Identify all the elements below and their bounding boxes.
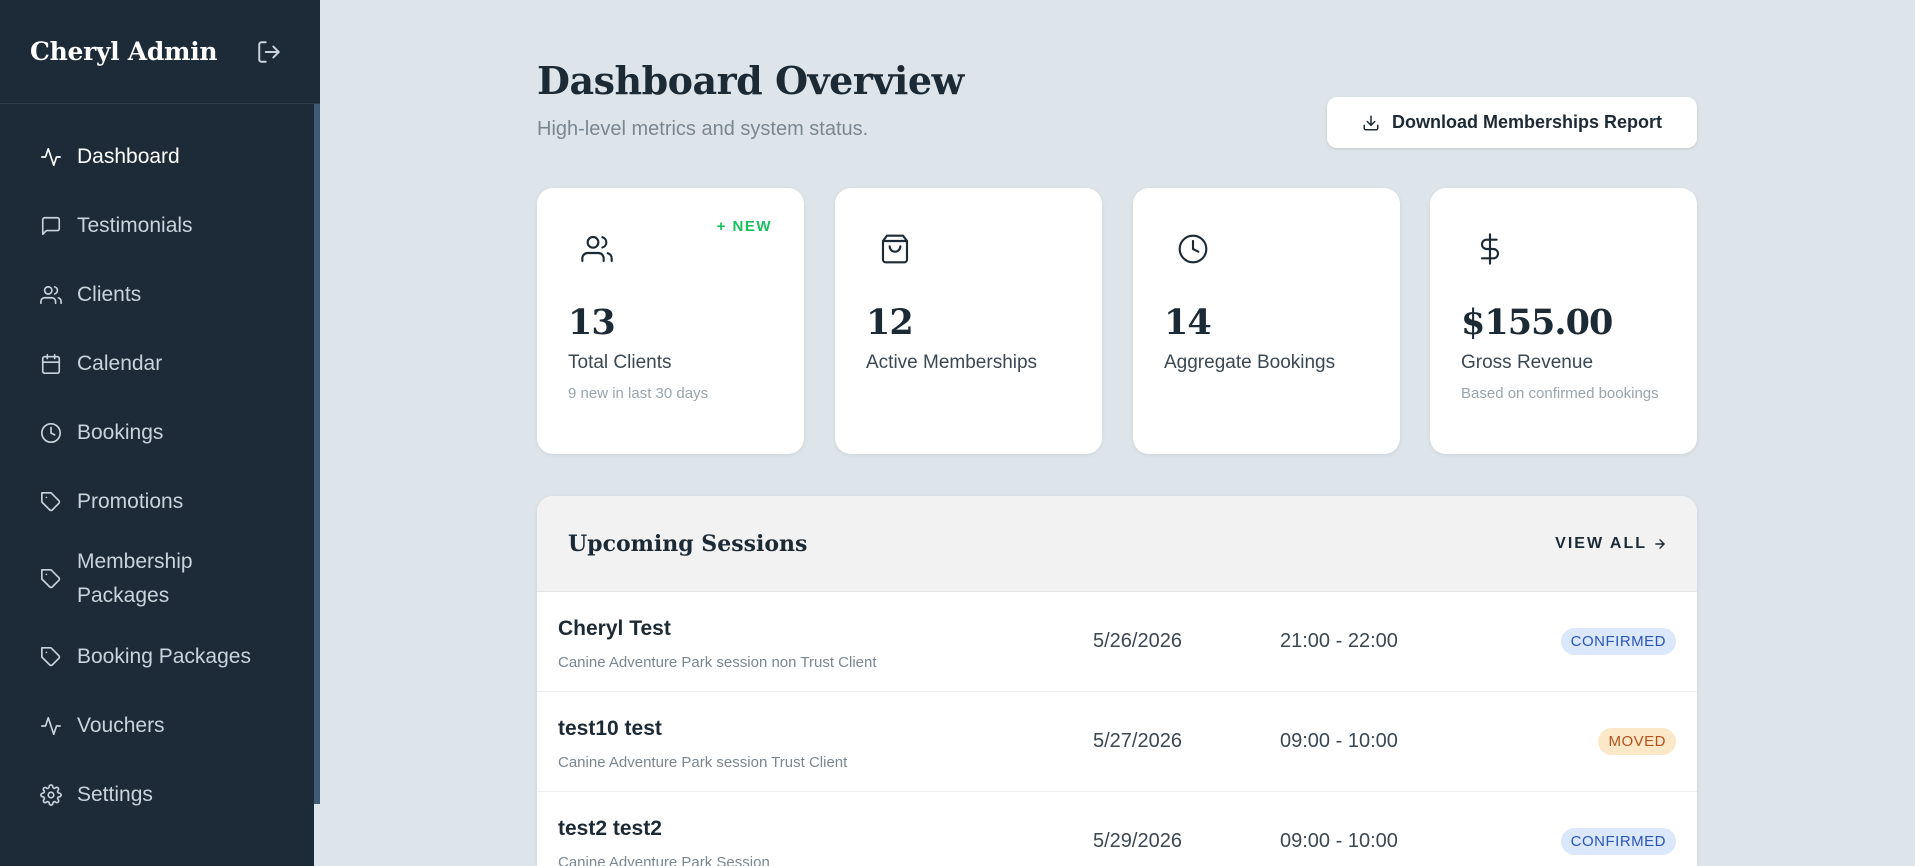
clock-icon bbox=[41, 422, 61, 443]
sidebar-item-label: Promotions bbox=[77, 489, 184, 513]
stat-card-active-memberships: 12 Active Memberships bbox=[835, 188, 1102, 454]
stat-label: Total Clients bbox=[568, 352, 672, 373]
tag-icon bbox=[41, 646, 61, 666]
sidebar-item-promotions[interactable]: Promotions bbox=[0, 467, 314, 536]
sidebar-item-label: Membership Packages bbox=[77, 550, 193, 607]
gear-icon bbox=[40, 783, 62, 806]
stat-value: $155.00 bbox=[1461, 302, 1613, 343]
session-time: 21:00 - 22:00 bbox=[1280, 630, 1398, 652]
sidebar-item-vouchers[interactable]: Vouchers bbox=[0, 691, 314, 760]
download-memberships-report-button[interactable]: Download Memberships Report bbox=[1327, 97, 1697, 148]
sidebar: Cheryl Admin Dashboard Testimonials Clie… bbox=[0, 0, 320, 866]
sidebar-item-label: Testimonials bbox=[77, 213, 193, 237]
stat-label: Active Memberships bbox=[866, 352, 1038, 373]
activity-icon bbox=[41, 716, 61, 735]
sidebar-header: Cheryl Admin bbox=[0, 0, 320, 104]
stat-card-total-clients: + NEW 13 Total Clients 9 new in last 30 … bbox=[537, 188, 804, 454]
status-badge: CONFIRMED bbox=[1560, 628, 1676, 655]
calendar-icon bbox=[41, 353, 61, 374]
stat-value: 14 bbox=[1164, 302, 1212, 343]
sidebar-item-bookings[interactable]: Bookings bbox=[0, 398, 314, 467]
stat-note: Based on confirmed bookings bbox=[1461, 385, 1659, 402]
sidebar-item-membership-packages[interactable]: Membership Packages bbox=[0, 536, 314, 622]
stat-card-aggregate-bookings: 14 Aggregate Bookings bbox=[1133, 188, 1400, 454]
stat-card-gross-revenue: $155.00 Gross Revenue Based on confirmed… bbox=[1430, 188, 1697, 454]
page-title: Dashboard Overview bbox=[537, 58, 964, 103]
logout-icon[interactable] bbox=[256, 39, 282, 65]
sidebar-item-clients[interactable]: Clients bbox=[0, 260, 314, 329]
tag-icon bbox=[41, 491, 61, 511]
session-date: 5/29/2026 bbox=[1093, 830, 1182, 852]
session-row[interactable]: test2 test2 Canine Adventure Park Sessio… bbox=[537, 792, 1697, 866]
sidebar-item-settings[interactable]: Settings bbox=[0, 760, 314, 829]
session-time: 09:00 - 10:00 bbox=[1280, 830, 1398, 852]
upcoming-sessions-panel: Upcoming Sessions VIEW ALL Cheryl Test C… bbox=[537, 496, 1697, 866]
sidebar-item-testimonials[interactable]: Testimonials bbox=[0, 191, 314, 260]
stat-note: 9 new in last 30 days bbox=[568, 385, 709, 402]
sidebar-item-label: Calendar bbox=[77, 351, 163, 375]
view-all-link[interactable]: VIEW ALL bbox=[1555, 535, 1667, 553]
sidebar-item-dashboard[interactable]: Dashboard bbox=[0, 122, 314, 191]
stat-label: Aggregate Bookings bbox=[1164, 352, 1336, 373]
sidebar-item-label: Vouchers bbox=[77, 713, 165, 737]
clock-icon bbox=[1178, 234, 1208, 264]
sessions-header: Upcoming Sessions VIEW ALL bbox=[537, 496, 1697, 592]
page-subtitle: High-level metrics and system status. bbox=[537, 118, 869, 140]
users-icon bbox=[581, 235, 613, 263]
session-client: test2 test2 bbox=[558, 817, 662, 840]
tag-icon bbox=[41, 569, 61, 589]
sessions-title: Upcoming Sessions bbox=[568, 530, 808, 557]
session-client: test10 test bbox=[558, 717, 662, 740]
dollar-icon bbox=[1480, 233, 1499, 265]
activity-icon bbox=[41, 147, 61, 166]
shopping-bag-icon bbox=[881, 234, 909, 264]
new-badge: + NEW bbox=[716, 218, 772, 235]
sidebar-item-booking-packages[interactable]: Booking Packages bbox=[0, 622, 314, 691]
sidebar-item-label: Dashboard bbox=[77, 144, 180, 168]
stat-label: Gross Revenue bbox=[1461, 352, 1594, 373]
session-date: 5/26/2026 bbox=[1093, 630, 1182, 652]
session-time: 09:00 - 10:00 bbox=[1280, 730, 1398, 752]
sidebar-item-calendar[interactable]: Calendar bbox=[0, 329, 314, 398]
status-badge: CONFIRMED bbox=[1560, 828, 1676, 855]
stat-value: 12 bbox=[866, 302, 914, 343]
download-button-label: Download Memberships Report bbox=[1391, 112, 1663, 132]
session-service: Canine Adventure Park session non Trust … bbox=[558, 654, 877, 671]
sidebar-item-label: Settings bbox=[77, 782, 153, 806]
sidebar-nav: Dashboard Testimonials Clients Calendar … bbox=[0, 122, 314, 829]
stat-value: 13 bbox=[568, 302, 616, 343]
session-client: Cheryl Test bbox=[558, 617, 671, 640]
sidebar-item-label: Bookings bbox=[77, 420, 164, 444]
download-icon bbox=[1363, 115, 1379, 130]
message-square-icon bbox=[41, 216, 61, 235]
session-row[interactable]: Cheryl Test Canine Adventure Park sessio… bbox=[537, 592, 1697, 692]
arrow-right-icon bbox=[1655, 538, 1665, 549]
sidebar-scroll-track bbox=[314, 804, 320, 866]
session-row[interactable]: test10 test Canine Adventure Park sessio… bbox=[537, 692, 1697, 792]
users-icon bbox=[40, 285, 62, 304]
status-badge: MOVED bbox=[1598, 728, 1676, 755]
brand-title: Cheryl Admin bbox=[30, 37, 218, 66]
sidebar-item-label: Booking Packages bbox=[77, 644, 251, 668]
sidebar-item-label: Clients bbox=[77, 282, 142, 306]
view-all-label: VIEW ALL bbox=[1555, 534, 1647, 552]
session-date: 5/27/2026 bbox=[1093, 730, 1182, 752]
session-service: Canine Adventure Park Session bbox=[558, 854, 770, 866]
sidebar-scrollbar[interactable] bbox=[314, 104, 320, 804]
session-service: Canine Adventure Park session Trust Clie… bbox=[558, 754, 848, 771]
